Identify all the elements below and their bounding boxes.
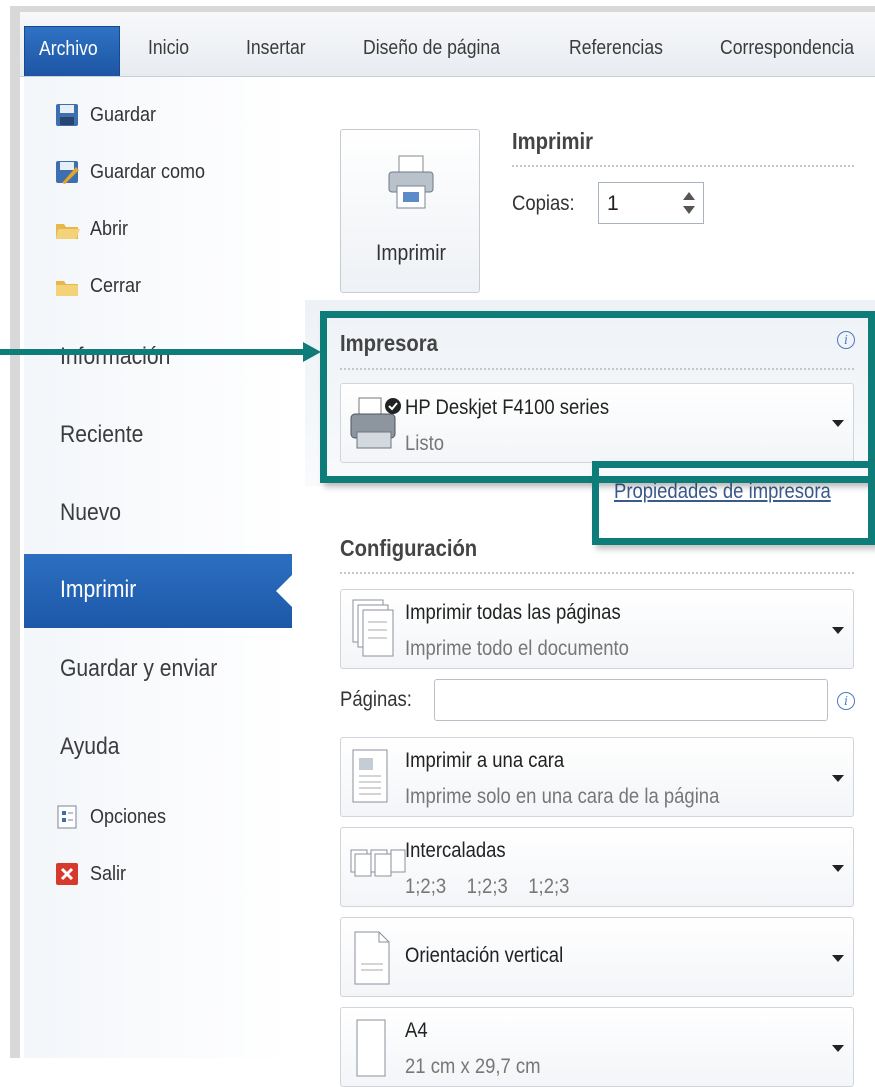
- printer-icon: [385, 152, 437, 217]
- chevron-down-icon: [832, 627, 844, 634]
- sidebar-item-label: Guardar: [90, 103, 157, 126]
- properties-highlight-box: [592, 461, 875, 545]
- save-icon: [54, 102, 80, 128]
- paper-size-icon: [349, 1016, 395, 1083]
- sidebar-item-salir[interactable]: Salir: [54, 861, 130, 887]
- chevron-down-icon: [832, 955, 844, 962]
- tab-label: Archivo: [39, 38, 98, 60]
- sides-subtitle: Imprime solo en una cara de la página: [405, 785, 720, 808]
- exit-icon: [54, 861, 80, 887]
- tab-referencias[interactable]: Referencias: [569, 37, 663, 60]
- chevron-down-icon: [832, 865, 844, 872]
- close-folder-icon: [54, 273, 80, 299]
- sidebar-item-label: Abrir: [90, 217, 129, 240]
- copies-stepper[interactable]: 1: [598, 182, 704, 224]
- divider: [340, 572, 854, 574]
- copies-value: 1: [607, 192, 619, 215]
- printer-highlight-box: [320, 311, 875, 483]
- orientation-title: Orientación vertical: [405, 944, 564, 967]
- chevron-down-icon[interactable]: [683, 206, 695, 214]
- sides-dropdown[interactable]: Imprimir a una cara Imprime solo en una …: [340, 737, 854, 817]
- paper-size-title: A4: [405, 1019, 428, 1042]
- sidebar-item-abrir[interactable]: Abrir: [54, 216, 132, 242]
- print-range-subtitle: Imprime todo el documento: [405, 637, 629, 660]
- print-button-label: Imprimir: [376, 240, 446, 265]
- collation-title: Intercaladas: [405, 839, 506, 862]
- ribbon-tab-bar: Archivo Inicio Insertar Diseño de página…: [20, 12, 875, 77]
- sidebar-item-informacion[interactable]: Información: [60, 343, 170, 371]
- info-icon[interactable]: i: [837, 692, 855, 710]
- chevron-down-icon: [832, 775, 844, 782]
- orientation-dropdown[interactable]: Orientación vertical: [340, 917, 854, 997]
- collate-icon: [349, 844, 407, 893]
- print-button[interactable]: Imprimir: [340, 129, 480, 293]
- tab-archivo[interactable]: Archivo: [24, 26, 120, 76]
- one-side-icon: [349, 746, 395, 813]
- sidebar-item-label: Cerrar: [90, 274, 142, 297]
- tab-inicio[interactable]: Inicio: [148, 37, 189, 60]
- print-section-title: Imprimir: [512, 128, 593, 154]
- pages-label: Páginas:: [340, 688, 412, 711]
- copies-label: Copias:: [512, 192, 575, 215]
- print-range-title: Imprimir todas las páginas: [405, 601, 621, 624]
- stepper-arrows[interactable]: [681, 186, 697, 220]
- open-folder-icon: [54, 216, 80, 242]
- paper-size-subtitle: 21 cm x 29,7 cm: [405, 1055, 541, 1078]
- highlight-arrow-icon: [303, 342, 321, 362]
- tab-insertar[interactable]: Insertar: [246, 37, 306, 60]
- chevron-down-icon: [832, 1045, 844, 1052]
- sidebar-item-opciones[interactable]: Opciones: [54, 804, 175, 830]
- chevron-up-icon[interactable]: [683, 192, 695, 200]
- sidebar-item-ayuda[interactable]: Ayuda: [60, 733, 120, 761]
- sidebar-item-label: Guardar como: [90, 160, 206, 183]
- tab-diseno-pagina[interactable]: Diseño de página: [363, 37, 500, 60]
- sidebar-item-label: Salir: [90, 862, 127, 885]
- sides-title: Imprimir a una cara: [405, 749, 565, 772]
- sidebar-item-guardar-como[interactable]: Guardar como: [54, 159, 218, 185]
- divider: [512, 165, 854, 167]
- options-icon: [54, 804, 80, 830]
- highlight-connector-line: [0, 349, 305, 355]
- sidebar-item-reciente[interactable]: Reciente: [60, 421, 143, 449]
- settings-section-title: Configuración: [340, 535, 478, 561]
- portrait-icon: [349, 928, 395, 993]
- sidebar-item-label: Imprimir: [60, 576, 137, 603]
- pages-input[interactable]: [434, 679, 828, 721]
- selection-notch: [276, 574, 293, 608]
- sidebar-item-guardar[interactable]: Guardar: [54, 102, 163, 128]
- backstage-sidebar: Guardar Guardar como Abrir Cerrar Inform…: [24, 77, 293, 1058]
- tab-correspondencia[interactable]: Correspondencia: [720, 37, 854, 60]
- sidebar-item-imprimir[interactable]: Imprimir: [24, 554, 293, 628]
- print-range-dropdown[interactable]: Imprimir todas las páginas Imprime todo …: [340, 589, 854, 669]
- sidebar-item-label: Opciones: [90, 805, 167, 828]
- collation-dropdown[interactable]: Intercaladas 1;2;3 1;2;3 1;2;3: [340, 827, 854, 907]
- sidebar-item-guardar-enviar[interactable]: Guardar y enviar: [60, 655, 217, 683]
- save-as-icon: [54, 159, 80, 185]
- pages-icon: [349, 596, 395, 667]
- paper-size-dropdown[interactable]: A4 21 cm x 29,7 cm: [340, 1007, 854, 1087]
- sidebar-item-cerrar[interactable]: Cerrar: [54, 273, 147, 299]
- sidebar-item-nuevo[interactable]: Nuevo: [60, 499, 121, 527]
- collation-subtitle: 1;2;3 1;2;3 1;2;3: [405, 875, 570, 898]
